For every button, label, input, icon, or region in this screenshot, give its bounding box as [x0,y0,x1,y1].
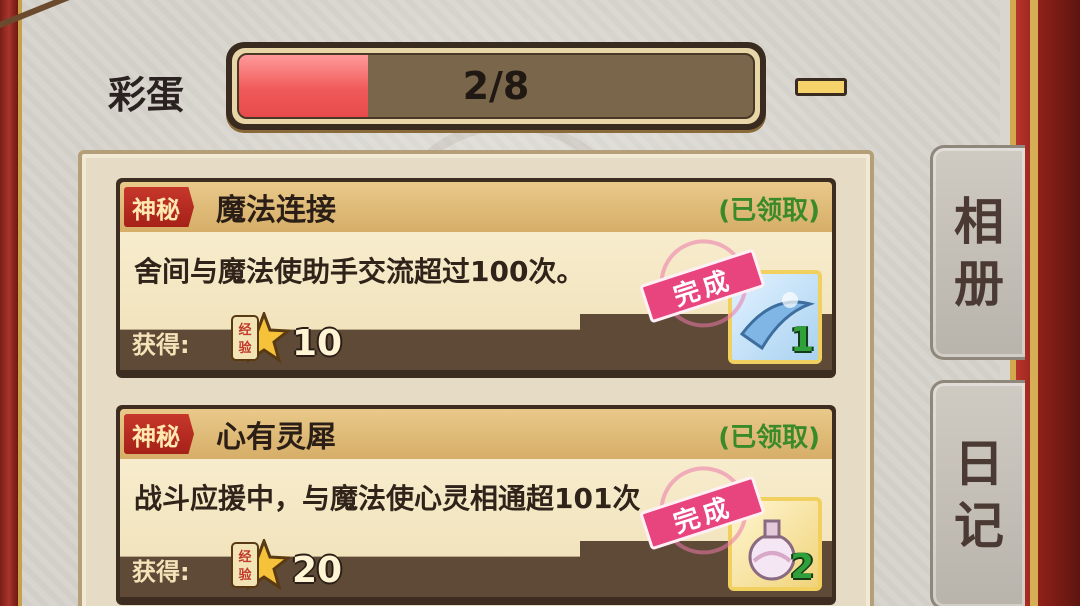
quest-card: 神秘 心有灵犀 (已领取) 战斗应援中，与魔法使心灵相通超101次 获得: 经 … [116,405,836,605]
collapse-button[interactable] [795,78,847,96]
tab-album[interactable]: 相 册 [930,145,1025,360]
exp-icon-text-1: 经 [238,322,251,338]
reward-label: 获得: [132,331,190,359]
quest-card-body: 舍间与魔法使助手交流超过100次。 获得: 经 验 10 1 完成 [120,227,832,370]
exp-reward-value: 20 [292,550,343,591]
exp-star-icon: 经 验 [231,312,290,364]
tab-album-char-1: 相 [954,192,1004,251]
tab-diary[interactable]: 日 记 [930,380,1025,606]
tab-diary-char-1: 日 [954,435,1004,493]
exp-icon-text-2: 验 [238,567,252,583]
exp-star-icon: 经 验 [231,539,290,591]
quest-card-body: 战斗应援中，与魔法使心灵相通超101次 获得: 经 验 20 2 完成 [120,454,832,597]
quest-status: (已领取) [718,196,820,226]
quest-title: 魔法连接 [216,193,336,228]
quest-tag-badge: 神秘 [124,187,194,227]
quest-tag-badge: 神秘 [124,414,194,454]
tab-album-char-2: 册 [954,254,1004,313]
quest-card: 神秘 魔法连接 (已领取) 舍间与魔法使助手交流超过100次。 获得: 经 验 … [116,178,836,378]
item-count: 2 [790,547,814,587]
reward-label: 获得: [132,558,190,586]
quest-description: 舍间与魔法使助手交流超过100次。 [134,255,585,288]
exp-icon-text-2: 验 [238,340,252,356]
left-book-frame [0,0,22,606]
tab-diary-char-2: 记 [954,497,1004,555]
quest-card-header: 神秘 魔法连接 (已领取) [120,182,832,232]
exp-reward-value: 10 [292,323,343,364]
exp-icon-text-1: 经 [238,549,251,565]
quest-status: (已领取) [718,423,820,453]
page-title: 彩蛋 [108,73,185,117]
quest-description: 战斗应援中，与魔法使心灵相通超101次 [134,482,641,515]
quest-title: 心有灵犀 [216,420,336,455]
progress-text: 2/8 [462,64,530,108]
progress-bar: 2/8 [226,42,766,130]
quest-card-header: 神秘 心有灵犀 (已领取) [120,409,832,459]
item-count: 1 [790,320,814,360]
